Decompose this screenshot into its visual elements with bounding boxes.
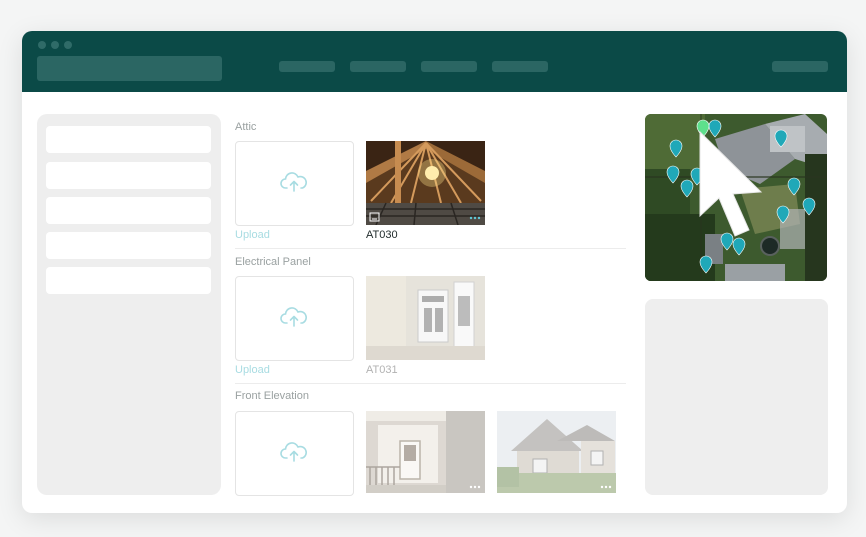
sidebar-item[interactable] [46,126,211,153]
more-dots-icon[interactable] [469,485,481,489]
house-front-photo [497,411,616,493]
upload-link[interactable]: Upload [235,364,270,376]
front-porch-photo [366,411,485,493]
sidebar-item[interactable] [46,197,211,224]
window-dot[interactable] [38,41,46,49]
electrical-panel-photo [366,276,485,360]
upload-dropzone[interactable] [235,411,354,496]
upload-link[interactable]: Upload [235,229,270,241]
photo-thumbnail-house-front[interactable] [497,411,616,493]
section-divider [235,248,626,249]
window-dot[interactable] [51,41,59,49]
more-dots-icon[interactable] [469,216,481,220]
section-title-electrical-panel: Electrical Panel [235,256,311,268]
cloud-upload-icon [280,307,307,327]
photo-thumbnail-at031[interactable] [366,276,485,360]
app-window: Attic Upload AT030 Electrical Panel Uplo… [22,31,847,513]
title-bar [22,31,847,92]
nav-item-placeholder[interactable] [279,61,335,72]
cloud-upload-icon [280,442,307,462]
photo-caption: AT031 [366,364,398,376]
window-dot[interactable] [64,41,72,49]
attic-photo [366,141,485,225]
photo-thumbnail-at030[interactable] [366,141,485,225]
upload-dropzone[interactable] [235,276,354,361]
satellite-map[interactable] [645,114,827,281]
sidebar-item[interactable] [46,162,211,189]
sidebar-item[interactable] [46,232,211,259]
sidebar-item[interactable] [46,267,211,294]
nav-item-placeholder[interactable] [492,61,548,72]
nav-item-placeholder[interactable] [350,61,406,72]
cloud-upload-icon [280,172,307,192]
nav-item-placeholder[interactable] [421,61,477,72]
upload-dropzone[interactable] [235,141,354,226]
sidebar [37,114,221,495]
photo-caption: AT030 [366,229,398,241]
photo-thumbnail-front-porch[interactable] [366,411,485,493]
section-title-attic: Attic [235,121,257,133]
map-canvas [645,114,827,281]
app-title-placeholder [37,56,222,81]
section-divider [235,383,626,384]
section-title-front-elevation: Front Elevation [235,390,309,402]
details-panel [645,299,828,495]
more-dots-icon[interactable] [600,485,612,489]
account-placeholder[interactable] [772,61,828,72]
